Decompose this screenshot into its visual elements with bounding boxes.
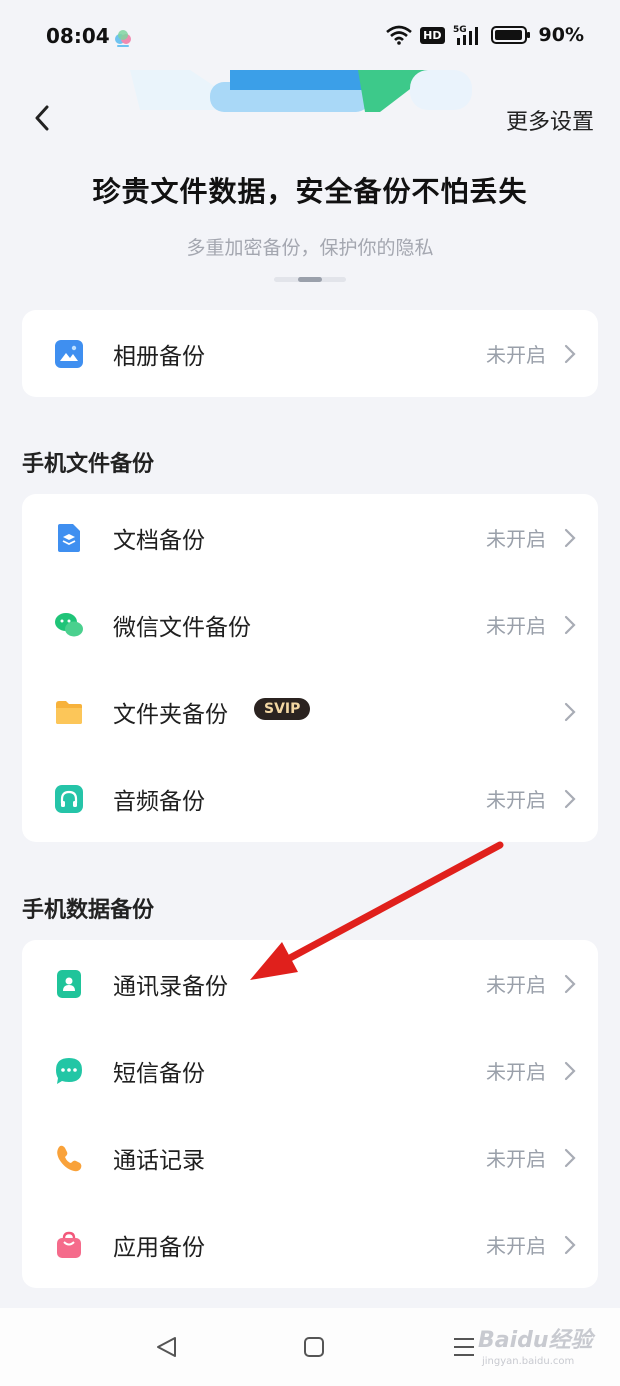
list-item-folder-backup[interactable]: 文件夹备份 SVIP: [22, 668, 598, 755]
file-backup-card: 文档备份 未开启 微信文件备份 未开启 文件夹备份 SVIP 音频备份 未开启: [22, 494, 598, 842]
chevron-right-icon: [564, 528, 576, 548]
list-item-call-log[interactable]: 通话记录 未开启: [22, 1114, 598, 1201]
list-item-label: 文件夹备份: [113, 701, 228, 728]
status-time: 08:04: [46, 24, 110, 48]
contacts-icon: [57, 970, 81, 998]
list-item-contacts-backup[interactable]: 通讯录备份 未开启: [22, 940, 598, 1027]
list-item-label: 微信文件备份: [113, 614, 251, 641]
watermark-url: jingyan.baidu.com: [482, 1356, 575, 1367]
wifi-icon: [386, 25, 413, 45]
list-item-status: 未开启: [486, 973, 546, 997]
app-bag-icon: [57, 1231, 81, 1258]
list-item-label: 应用备份: [113, 1234, 205, 1261]
list-item-status: 未开启: [486, 1147, 546, 1171]
more-settings-link[interactable]: 更多设置: [506, 104, 594, 136]
battery-icon: [490, 26, 530, 44]
chevron-right-icon: [564, 1061, 576, 1081]
list-item-status: 未开启: [486, 614, 546, 638]
document-icon: [58, 524, 80, 552]
list-item-wechat-backup[interactable]: 微信文件备份 未开启: [22, 581, 598, 668]
list-item-status: 未开启: [486, 343, 546, 367]
svip-badge: SVIP: [254, 698, 311, 720]
section-title-data-backup: 手机数据备份: [22, 898, 155, 923]
headphones-icon: [55, 785, 83, 813]
chevron-right-icon: [564, 615, 576, 635]
battery-percent: 90%: [538, 24, 584, 46]
list-item-status: 未开启: [486, 1060, 546, 1084]
phone-icon: [57, 1145, 82, 1172]
status-indicators: HD 5G 90%: [386, 24, 584, 46]
list-item-photo-backup[interactable]: 相册备份 未开启: [22, 310, 598, 397]
chevron-left-icon: [35, 105, 49, 131]
carousel-dot-active: [298, 277, 322, 282]
list-item-label: 通话记录: [113, 1147, 205, 1174]
page-subline: 多重加密备份，保护你的隐私: [186, 237, 434, 259]
chevron-right-icon: [564, 702, 576, 722]
data-backup-card: 通讯录备份 未开启 短信备份 未开启 通话记录 未开启 应用备份 未开启: [22, 940, 598, 1288]
folder-icon: [56, 701, 82, 724]
list-item-audio-backup[interactable]: 音频备份 未开启: [22, 755, 598, 842]
signal-5g-icon: 5G: [453, 25, 478, 45]
list-item-label: 文档备份: [113, 527, 205, 554]
photo-icon: [55, 340, 83, 368]
list-item-label: 短信备份: [113, 1060, 205, 1087]
svg-text:5G: 5G: [453, 25, 467, 35]
chevron-right-icon: [564, 344, 576, 364]
list-item-status: 未开启: [486, 788, 546, 812]
carousel-indicator: [274, 277, 346, 282]
page-headline: 珍贵文件数据，安全备份不怕丢失: [92, 175, 528, 208]
hd-badge: HD: [420, 26, 445, 44]
section-title-file-backup: 手机文件备份: [22, 452, 155, 477]
list-item-label: 通讯录备份: [113, 973, 228, 1000]
nav-menu-icon[interactable]: [452, 1336, 476, 1358]
chevron-right-icon: [564, 789, 576, 809]
banner-illustration: [130, 70, 472, 112]
back-button[interactable]: [22, 98, 62, 138]
list-item-app-backup[interactable]: 应用备份 未开启: [22, 1201, 598, 1288]
list-item-label: 相册备份: [113, 343, 205, 370]
nav-back-icon[interactable]: [155, 1336, 179, 1358]
wechat-icon: [55, 613, 83, 637]
status-bar: 08:04 HD 5G 90%: [0, 0, 620, 72]
chevron-right-icon: [564, 974, 576, 994]
chevron-right-icon: [564, 1235, 576, 1255]
photo-backup-card: 相册备份 未开启: [22, 310, 598, 397]
watermark-brand: Baidu经验: [478, 1328, 593, 1353]
cloud-app-icon: [115, 30, 131, 47]
list-item-label: 音频备份: [113, 788, 205, 815]
list-item-sms-backup[interactable]: 短信备份 未开启: [22, 1027, 598, 1114]
chevron-right-icon: [564, 1148, 576, 1168]
nav-home-icon[interactable]: [303, 1336, 325, 1358]
message-icon: [56, 1058, 82, 1084]
list-item-status: 未开启: [486, 1234, 546, 1258]
list-item-document-backup[interactable]: 文档备份 未开启: [22, 494, 598, 581]
list-item-status: 未开启: [486, 527, 546, 551]
